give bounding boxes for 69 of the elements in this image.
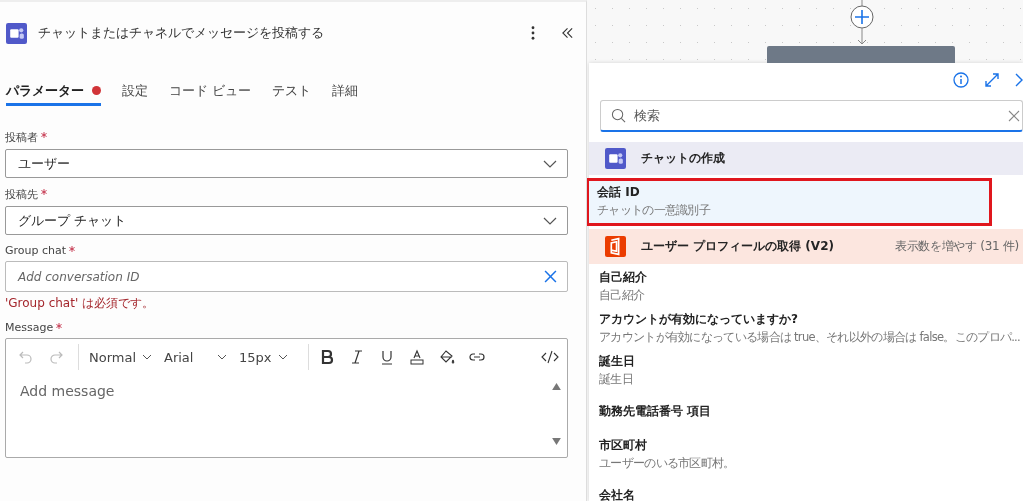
item-name: アカウントが有効になっていますか? (599, 311, 799, 328)
chevron-down-icon[interactable] (543, 216, 557, 225)
style-select[interactable]: Normal (89, 349, 164, 365)
tab[interactable]: テスト (272, 82, 312, 106)
item-description: 自己紹介 (599, 288, 646, 303)
show-more-link[interactable]: 表示数を増やす (31 件) (894, 238, 1019, 255)
item-description: 誕生日 (599, 372, 634, 387)
chevron-down-icon (217, 354, 227, 360)
field-label: Message (5, 321, 54, 334)
scroll-down-icon[interactable] (552, 438, 561, 445)
clear-icon[interactable] (544, 270, 557, 283)
tab[interactable]: コード ビュー (169, 82, 252, 106)
field-label: 投稿者 (5, 130, 38, 145)
chevron-down-icon (277, 354, 288, 360)
message-editor[interactable]: Normal Arial 15px Add message (5, 338, 568, 458)
size-select[interactable]: 15px (239, 349, 294, 365)
more-icon[interactable] (531, 26, 535, 40)
tab[interactable]: 詳細 (332, 82, 359, 106)
search-icon (611, 108, 626, 123)
font-color-icon[interactable] (409, 349, 425, 365)
clear-icon[interactable] (1008, 109, 1020, 122)
flow-node[interactable] (767, 46, 955, 63)
italic-icon[interactable] (349, 349, 365, 365)
expand-icon[interactable] (984, 71, 1000, 88)
fill-color-icon[interactable] (439, 349, 455, 365)
item-description: チャットの一意識別子 (597, 203, 712, 218)
bold-icon[interactable] (319, 349, 335, 365)
item-name: 誕生日 (599, 353, 636, 370)
error-message: 'Group chat' は必須です。 (5, 295, 156, 312)
panel-title: チャットまたはチャネルでメッセージを投稿する (38, 24, 325, 42)
search-field[interactable]: 検索 (600, 100, 1023, 132)
list-item[interactable]: 勤務先電話番号 項目 (589, 390, 1023, 432)
info-icon[interactable] (953, 71, 969, 88)
list-item[interactable]: 誕生日 誕生日 (589, 348, 1023, 390)
scroll-up-icon[interactable] (552, 383, 561, 390)
field-label: Group chat (5, 244, 67, 257)
dropdown[interactable]: ユーザー (5, 149, 568, 178)
chevron-down-icon (142, 354, 153, 360)
list-item[interactable]: 会社名 (589, 474, 1023, 501)
group-header[interactable]: ユーザー プロフィールの取得 (V2) 表示数を増やす (31 件) (589, 229, 1023, 264)
group-title: チャットの作成 (641, 150, 726, 167)
teams-icon (605, 148, 626, 169)
teams-icon (6, 22, 27, 44)
underline-icon[interactable] (379, 349, 395, 365)
tab[interactable]: パラメーター (6, 82, 101, 106)
list-item[interactable]: 市区町村 ユーザーのいる市区町村。 (589, 432, 1023, 474)
input-field[interactable]: Add conversation ID (5, 261, 568, 292)
message-placeholder: Add message (20, 383, 116, 401)
item-name: 会社名 (599, 486, 635, 501)
font-select[interactable]: Arial (164, 349, 239, 365)
item-name: 会話 ID (597, 184, 641, 201)
item-description: ユーザーのいる市区町村。 (599, 456, 736, 471)
chevron-down-icon[interactable] (543, 159, 557, 168)
list-item[interactable]: 自己紹介 自己紹介 (589, 264, 1023, 306)
list-item[interactable]: アカウントが有効になっていますか? アカウントが有効になっている場合は true、それ以外の場合は false。このプロパ... (589, 306, 1023, 348)
group-title: ユーザー プロフィールの取得 (V2) (641, 238, 835, 255)
group-header[interactable]: チャットの作成 (589, 142, 1023, 175)
code-view-icon[interactable] (541, 349, 559, 365)
collapse-icon[interactable] (561, 27, 574, 39)
item-name: 市区町村 (599, 437, 648, 454)
dropdown[interactable]: グループ チャット (5, 206, 568, 235)
close-icon[interactable] (1015, 71, 1023, 88)
office-icon (605, 236, 626, 257)
item-description: アカウントが有効になっている場合は true、それ以外の場合は false。このプロパ... (599, 330, 1019, 345)
item-name: 勤務先電話番号 項目 (599, 402, 712, 420)
field-label: 投稿先 (5, 187, 38, 202)
list-item[interactable]: 会話 ID チャットの一意識別子 (587, 178, 992, 226)
tab[interactable]: 設定 (122, 82, 148, 106)
item-name: 自己紹介 (599, 269, 648, 286)
